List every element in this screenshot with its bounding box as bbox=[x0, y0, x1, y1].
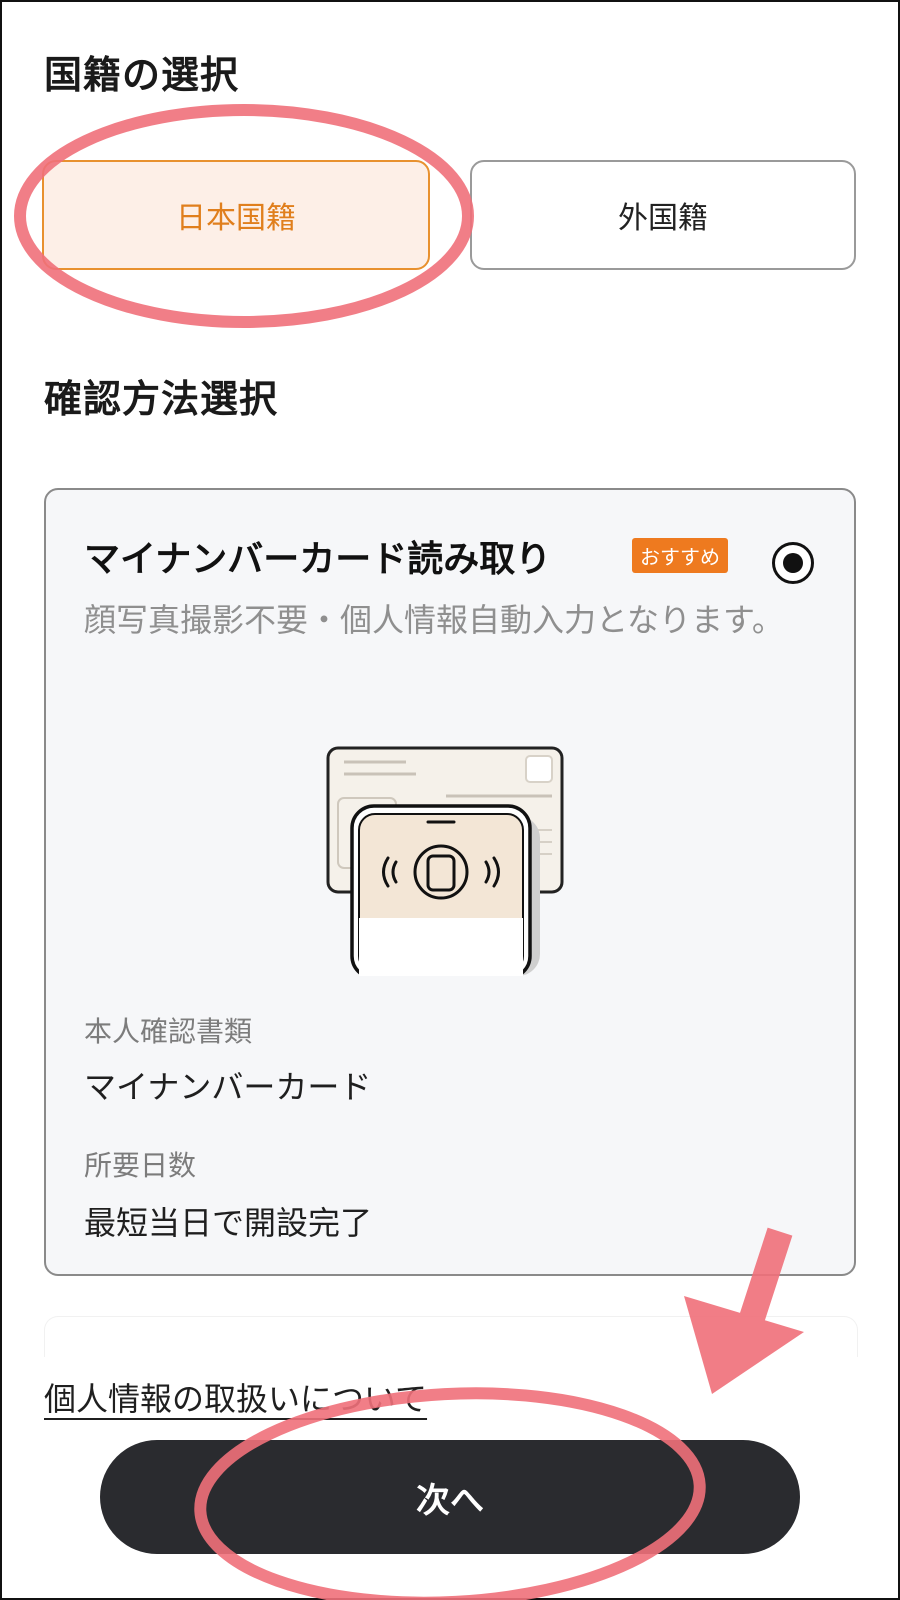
privacy-policy-link[interactable]: 個人情報の取扱いについて bbox=[44, 1374, 427, 1420]
required-days-label: 所要日数 bbox=[84, 1149, 197, 1182]
next-button-label: 次へ bbox=[416, 1480, 484, 1521]
nationality-foreign-label: 外国籍 bbox=[618, 201, 708, 236]
option-description: 顔写真撮影不要・個人情報自動入力となります。 bbox=[84, 601, 784, 639]
recommended-badge: おすすめ bbox=[632, 538, 728, 573]
method-title: 確認方法選択 bbox=[44, 377, 279, 421]
required-days-value: 最短当日で開設完了 bbox=[84, 1204, 373, 1242]
nationality-japanese-label: 日本国籍 bbox=[176, 201, 296, 236]
nationality-foreign-button[interactable]: 外国籍 bbox=[470, 160, 856, 270]
nationality-japanese-button[interactable]: 日本国籍 bbox=[42, 160, 430, 270]
document-value: マイナンバーカード bbox=[84, 1068, 372, 1106]
nfc-card-reading-illustration bbox=[326, 746, 564, 976]
next-option-card-edge bbox=[44, 1316, 858, 1357]
mynumber-card-option[interactable]: マイナンバーカード読み取り おすすめ 顔写真撮影不要・個人情報自動入力となります… bbox=[44, 488, 856, 1276]
option-title: マイナンバーカード読み取り bbox=[84, 539, 552, 580]
radio-selected-icon[interactable] bbox=[772, 542, 814, 584]
next-button[interactable]: 次へ bbox=[100, 1440, 800, 1554]
document-label: 本人確認書類 bbox=[84, 1015, 253, 1048]
nationality-title: 国籍の選択 bbox=[44, 53, 240, 97]
